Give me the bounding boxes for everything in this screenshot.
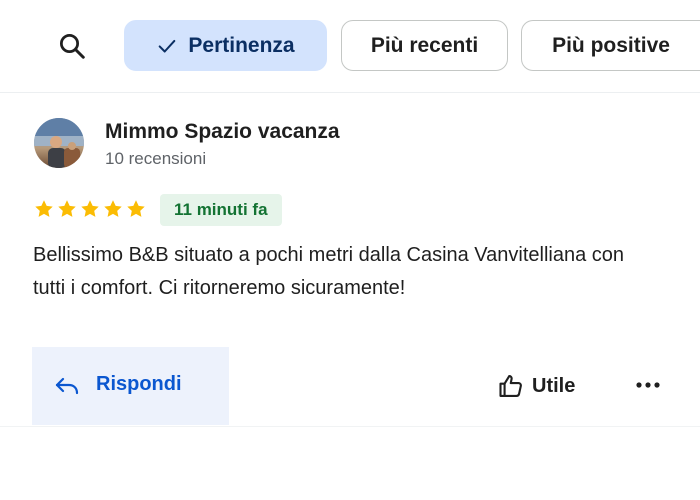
chip-piu-positive[interactable]: Più positive [521,20,700,71]
review-filter-bar: Pertinenza Più recenti Più positive [0,18,700,72]
chip-label: Pertinenza [188,33,295,57]
star-icon [102,198,124,220]
reply-label: Rispondi [96,373,182,395]
chip-label: Più recenti [370,33,479,57]
more-options-button[interactable] [628,365,668,405]
star-icon [33,198,55,220]
more-horizontal-icon [636,382,660,388]
reply-button[interactable]: Rispondi [32,347,229,425]
search-reviews-button[interactable] [52,26,92,66]
review-card: Mimmo Spazio vacanza 10 recensioni 11 mi… [0,93,700,433]
section-divider [0,426,700,427]
star-rating [33,198,147,220]
star-icon [125,198,147,220]
reviewer-review-count: 10 recensioni [105,149,207,168]
reviews-page: Pertinenza Più recenti Più positive Mimm… [0,0,700,500]
review-text: Bellissimo B&B situato a pochi metri dal… [33,244,625,299]
avatar[interactable] [34,118,84,168]
chip-piu-recenti[interactable]: Più recenti [341,20,508,71]
search-icon [60,34,85,59]
useful-button[interactable]: Utile [492,363,594,409]
useful-label: Utile [532,374,576,397]
thumbs-up-icon [497,372,525,400]
checkmark-icon [156,35,178,57]
reviewer-name[interactable]: Mimmo Spazio vacanza [105,120,340,144]
chip-label: Più positive [552,33,670,57]
time-ago-badge: 11 minuti fa [160,194,282,226]
star-icon [56,198,78,220]
chip-pertinenza[interactable]: Pertinenza [124,20,327,71]
star-icon [79,198,101,220]
reply-arrow-icon [54,374,80,403]
